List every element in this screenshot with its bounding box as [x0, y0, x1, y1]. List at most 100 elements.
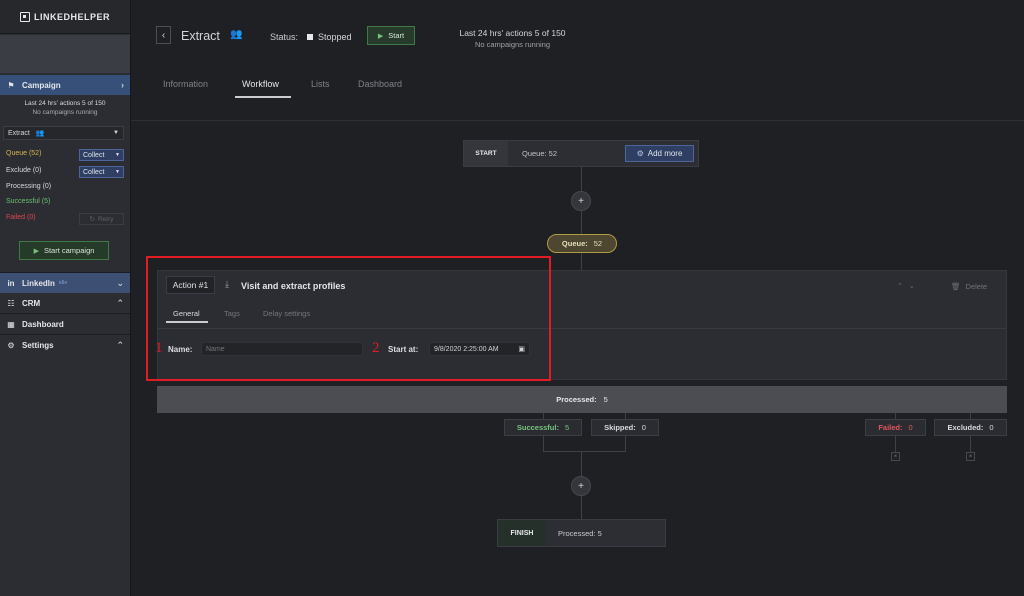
- queue-pill-label: Queue:: [561, 239, 588, 248]
- header-divider: [131, 120, 1024, 121]
- retry-label: Retry: [97, 215, 114, 223]
- tab-lists[interactable]: Lists: [311, 79, 330, 89]
- sidebar: LINKEDHELPER ⚑ Campaign › Last 24 hrs' a…: [0, 0, 131, 596]
- subtab-general[interactable]: General: [173, 309, 200, 318]
- skipped-label: Skipped:: [604, 423, 636, 432]
- excluded-value: 0: [989, 423, 994, 432]
- start-node: START Queue: 52 ⚙ Add more: [463, 140, 699, 167]
- chevron-up-icon: ⌃: [116, 339, 124, 350]
- play-icon: ▶: [377, 32, 384, 40]
- processed-value: 5: [603, 395, 608, 404]
- successful-result[interactable]: Successful: 5: [504, 419, 582, 436]
- start-label: Start: [388, 31, 405, 40]
- connector-line: [581, 451, 582, 476]
- successful-count[interactable]: Successful (5): [6, 198, 50, 205]
- name-input[interactable]: [201, 342, 363, 356]
- connector-line: [581, 167, 582, 191]
- processing-count[interactable]: Processing (0): [6, 183, 51, 190]
- back-button[interactable]: ‹: [156, 26, 171, 44]
- start-campaign-button[interactable]: ▶ Start campaign: [19, 241, 109, 260]
- sidebar-item-dashboard[interactable]: ▦ Dashboard: [0, 314, 130, 334]
- download-icon: ⤓: [225, 279, 229, 289]
- sidebar-item-crm[interactable]: ☷ CRM ⌃: [0, 293, 130, 313]
- people-icon: 👥: [230, 29, 243, 40]
- connector-line: [581, 253, 582, 270]
- status-value: Stopped: [318, 32, 352, 42]
- add-action-button[interactable]: +: [571, 476, 591, 496]
- failed-result[interactable]: Failed: 0: [865, 419, 926, 436]
- tab-workflow[interactable]: Workflow: [242, 79, 279, 89]
- caret-down-icon: ▼: [113, 130, 119, 136]
- connector-line: [543, 451, 626, 452]
- status-label: Status:: [270, 32, 299, 42]
- successful-label: Successful:: [516, 423, 559, 432]
- skipped-result[interactable]: Skipped: 0: [591, 419, 659, 436]
- gear-icon: ⚙: [7, 340, 15, 350]
- close-icon[interactable]: ×: [891, 452, 900, 461]
- add-action-button[interactable]: +: [571, 191, 591, 211]
- card-divider: [157, 328, 1007, 329]
- collect-exclude-button[interactable]: Collect ▼: [79, 166, 124, 178]
- tab-dashboard[interactable]: Dashboard: [358, 79, 402, 89]
- action-move-controls[interactable]: ⌃⌄: [897, 282, 921, 290]
- chevron-left-icon: ‹: [161, 29, 166, 41]
- action-title: Visit and extract profiles: [241, 281, 346, 291]
- queue-pill-value: 52: [593, 239, 603, 248]
- collect-queue-button[interactable]: Collect ▼: [79, 149, 124, 161]
- start-at-label: Start at:: [388, 345, 419, 354]
- start-at-value: 9/8/2020 2:25:00 AM: [434, 345, 499, 353]
- sidebar-item-linkedin[interactable]: in LinkedIn idle ⌄: [0, 273, 130, 293]
- user-area[interactable]: [0, 35, 130, 73]
- sidebar-item-label: Dashboard: [22, 319, 64, 329]
- connector-line: [581, 211, 582, 234]
- skipped-value: 0: [641, 423, 646, 432]
- dashboard-icon: ▦: [7, 319, 15, 329]
- finish-node: FINISH Processed: 5: [497, 519, 666, 547]
- close-icon[interactable]: ×: [966, 452, 975, 461]
- flag-icon: ⚑: [7, 80, 15, 90]
- excluded-result[interactable]: Excluded: 0: [934, 419, 1007, 436]
- retry-icon: ↻: [89, 216, 95, 223]
- connector-line: [543, 436, 544, 451]
- play-icon: ▶: [33, 247, 39, 255]
- limits-line-2: No campaigns running: [32, 108, 98, 116]
- failed-count[interactable]: Failed (0): [6, 214, 36, 221]
- add-more-label: Add more: [647, 149, 683, 158]
- queue-count[interactable]: Queue (52): [6, 150, 41, 157]
- exclude-count[interactable]: Exclude (0): [6, 167, 41, 174]
- start-tag: START: [464, 141, 508, 166]
- app-logo: LINKEDHELPER: [0, 0, 130, 34]
- sidebar-item-label: LinkedIn: [22, 278, 55, 288]
- campaign-select[interactable]: Extract 👥 ▼: [3, 126, 124, 140]
- connector-line: [625, 436, 626, 451]
- delete-label: Delete: [965, 282, 988, 291]
- chevron-right-icon: ›: [121, 80, 124, 90]
- start-queue-count: Queue: 52: [522, 149, 558, 158]
- action-number-tag: Action #1: [166, 276, 215, 294]
- limits-line-1: Last 24 hrs' actions 5 of 150: [459, 28, 566, 38]
- subtab-tags[interactable]: Tags: [224, 309, 240, 318]
- start-at-input[interactable]: 9/8/2020 2:25:00 AM ▣: [429, 342, 530, 356]
- retry-button[interactable]: ↻ Retry: [79, 213, 124, 225]
- plus-icon: +: [578, 195, 584, 207]
- collect-label: Collect: [83, 168, 105, 176]
- crm-icon: ☷: [7, 298, 15, 308]
- tab-information[interactable]: Information: [163, 79, 208, 89]
- caret-down-icon: ▼: [115, 169, 120, 175]
- sidebar-item-campaign[interactable]: ⚑ Campaign ›: [0, 75, 130, 95]
- start-button[interactable]: ▶ Start: [367, 26, 415, 45]
- failed-value: 0: [908, 423, 913, 432]
- delete-action-button[interactable]: 🗑 Delete: [951, 282, 987, 291]
- sidebar-limits: Last 24 hrs' actions 5 of 150 No campaig…: [0, 100, 130, 117]
- queue-pill[interactable]: Queue: 52: [547, 234, 617, 253]
- header-limits: Last 24 hrs' actions 5 of 150 No campaig…: [450, 28, 575, 50]
- active-subtab-indicator: [166, 321, 208, 323]
- annotation-number-2: 2: [372, 340, 380, 356]
- annotation-number-1: 1: [155, 340, 163, 356]
- campaign-select-value: Extract: [8, 129, 30, 137]
- connector-line: [970, 436, 971, 452]
- add-more-button[interactable]: ⚙ Add more: [625, 145, 694, 162]
- subtab-delay-settings[interactable]: Delay settings: [263, 309, 310, 318]
- linkedin-status: idle: [58, 280, 68, 286]
- sidebar-item-settings[interactable]: ⚙ Settings ⌃: [0, 335, 130, 355]
